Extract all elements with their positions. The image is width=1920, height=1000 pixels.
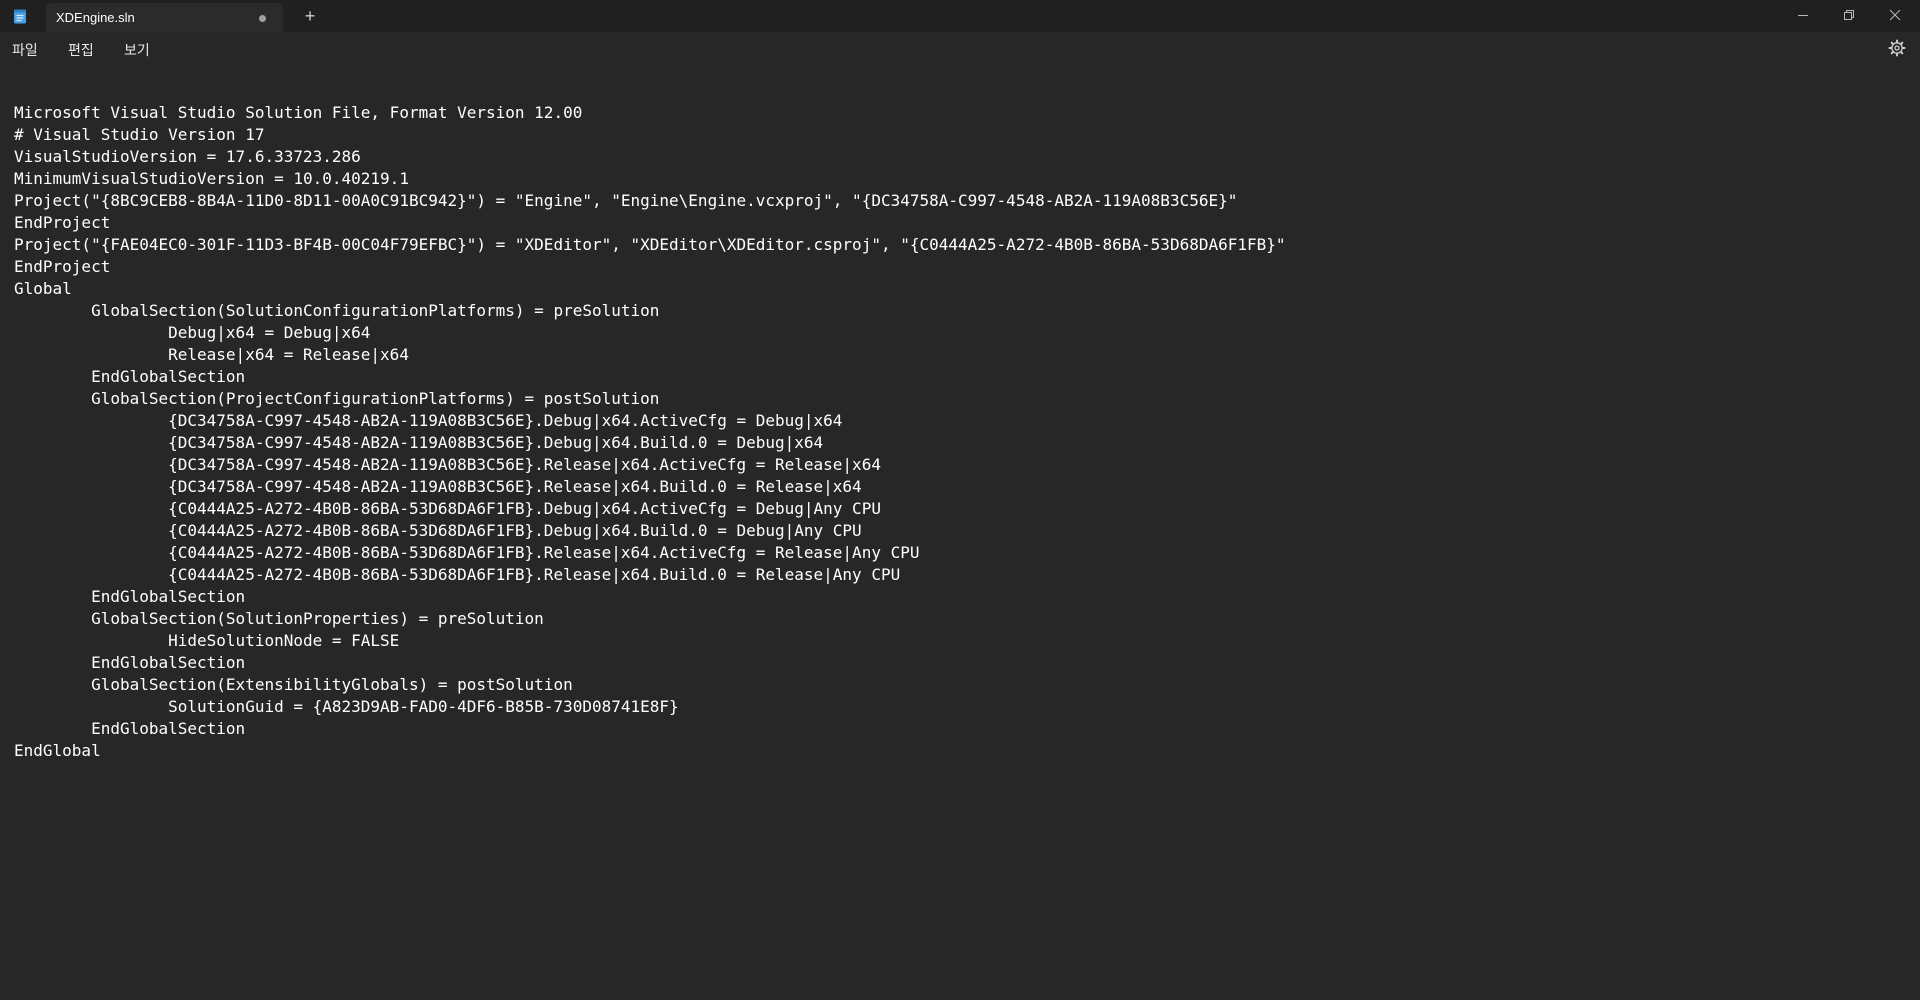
code-line: {DC34758A-C997-4548-AB2A-119A08B3C56E}.D…	[14, 433, 824, 452]
code-line: EndGlobalSection	[14, 653, 246, 672]
title-bar: XDEngine.sln +	[0, 0, 1920, 32]
code-line: # Visual Studio Version 17	[14, 125, 265, 144]
code-line: Microsoft Visual Studio Solution File, F…	[14, 103, 583, 122]
menu-file[interactable]: 파일	[12, 40, 38, 60]
menu-view[interactable]: 보기	[124, 40, 150, 60]
code-line: Project("{8BC9CEB8-8B4A-11D0-8D11-00A0C9…	[14, 191, 1238, 210]
code-line: {C0444A25-A272-4B0B-86BA-53D68DA6F1FB}.D…	[14, 521, 862, 540]
code-line: Project("{FAE04EC0-301F-11D3-BF4B-00C04F…	[14, 235, 1286, 254]
new-tab-button[interactable]: +	[300, 5, 320, 27]
unsaved-dot-icon[interactable]	[259, 15, 266, 22]
code-line: {DC34758A-C997-4548-AB2A-119A08B3C56E}.R…	[14, 477, 862, 496]
minimize-icon	[1798, 15, 1808, 16]
code-line: EndGlobalSection	[14, 587, 246, 606]
code-line: EndGlobal	[14, 741, 101, 760]
code-line: MinimumVisualStudioVersion = 10.0.40219.…	[14, 169, 409, 188]
close-button[interactable]	[1872, 0, 1918, 30]
restore-icon	[1844, 10, 1854, 20]
code-line: Debug|x64 = Debug|x64	[14, 323, 371, 342]
restore-button[interactable]	[1826, 0, 1872, 30]
code-line: HideSolutionNode = FALSE	[14, 631, 400, 650]
gear-icon[interactable]	[1888, 39, 1906, 57]
code-line: {C0444A25-A272-4B0B-86BA-53D68DA6F1FB}.R…	[14, 543, 920, 562]
notepad-icon	[14, 9, 26, 24]
code-line: GlobalSection(ExtensibilityGlobals) = po…	[14, 675, 573, 694]
minimize-button[interactable]	[1780, 0, 1826, 30]
code-line: SolutionGuid = {A823D9AB-FAD0-4DF6-B85B-…	[14, 697, 679, 716]
code-line: {C0444A25-A272-4B0B-86BA-53D68DA6F1FB}.R…	[14, 565, 901, 584]
code-line: EndGlobalSection	[14, 719, 246, 738]
tab-title: XDEngine.sln	[56, 10, 135, 25]
code-line: GlobalSection(SolutionProperties) = preS…	[14, 609, 544, 628]
text-editor[interactable]: Microsoft Visual Studio Solution File, F…	[0, 64, 1920, 1000]
code-line: Release|x64 = Release|x64	[14, 345, 409, 364]
close-icon	[1889, 9, 1901, 21]
tab-xdengine-sln[interactable]: XDEngine.sln	[46, 3, 283, 32]
menu-edit[interactable]: 편집	[68, 40, 94, 60]
code-line: GlobalSection(SolutionConfigurationPlatf…	[14, 301, 660, 320]
code-line: GlobalSection(ProjectConfigurationPlatfo…	[14, 389, 660, 408]
menu-bar: 파일 편집 보기	[0, 32, 1920, 64]
code-content: Microsoft Visual Studio Solution File, F…	[14, 102, 1286, 762]
code-line: {C0444A25-A272-4B0B-86BA-53D68DA6F1FB}.D…	[14, 499, 881, 518]
code-line: {DC34758A-C997-4548-AB2A-119A08B3C56E}.R…	[14, 455, 881, 474]
code-line: EndGlobalSection	[14, 367, 246, 386]
code-line: EndProject	[14, 213, 111, 232]
code-line: {DC34758A-C997-4548-AB2A-119A08B3C56E}.D…	[14, 411, 843, 430]
code-line: EndProject	[14, 257, 111, 276]
code-line: VisualStudioVersion = 17.6.33723.286	[14, 147, 361, 166]
code-line: Global	[14, 279, 72, 298]
